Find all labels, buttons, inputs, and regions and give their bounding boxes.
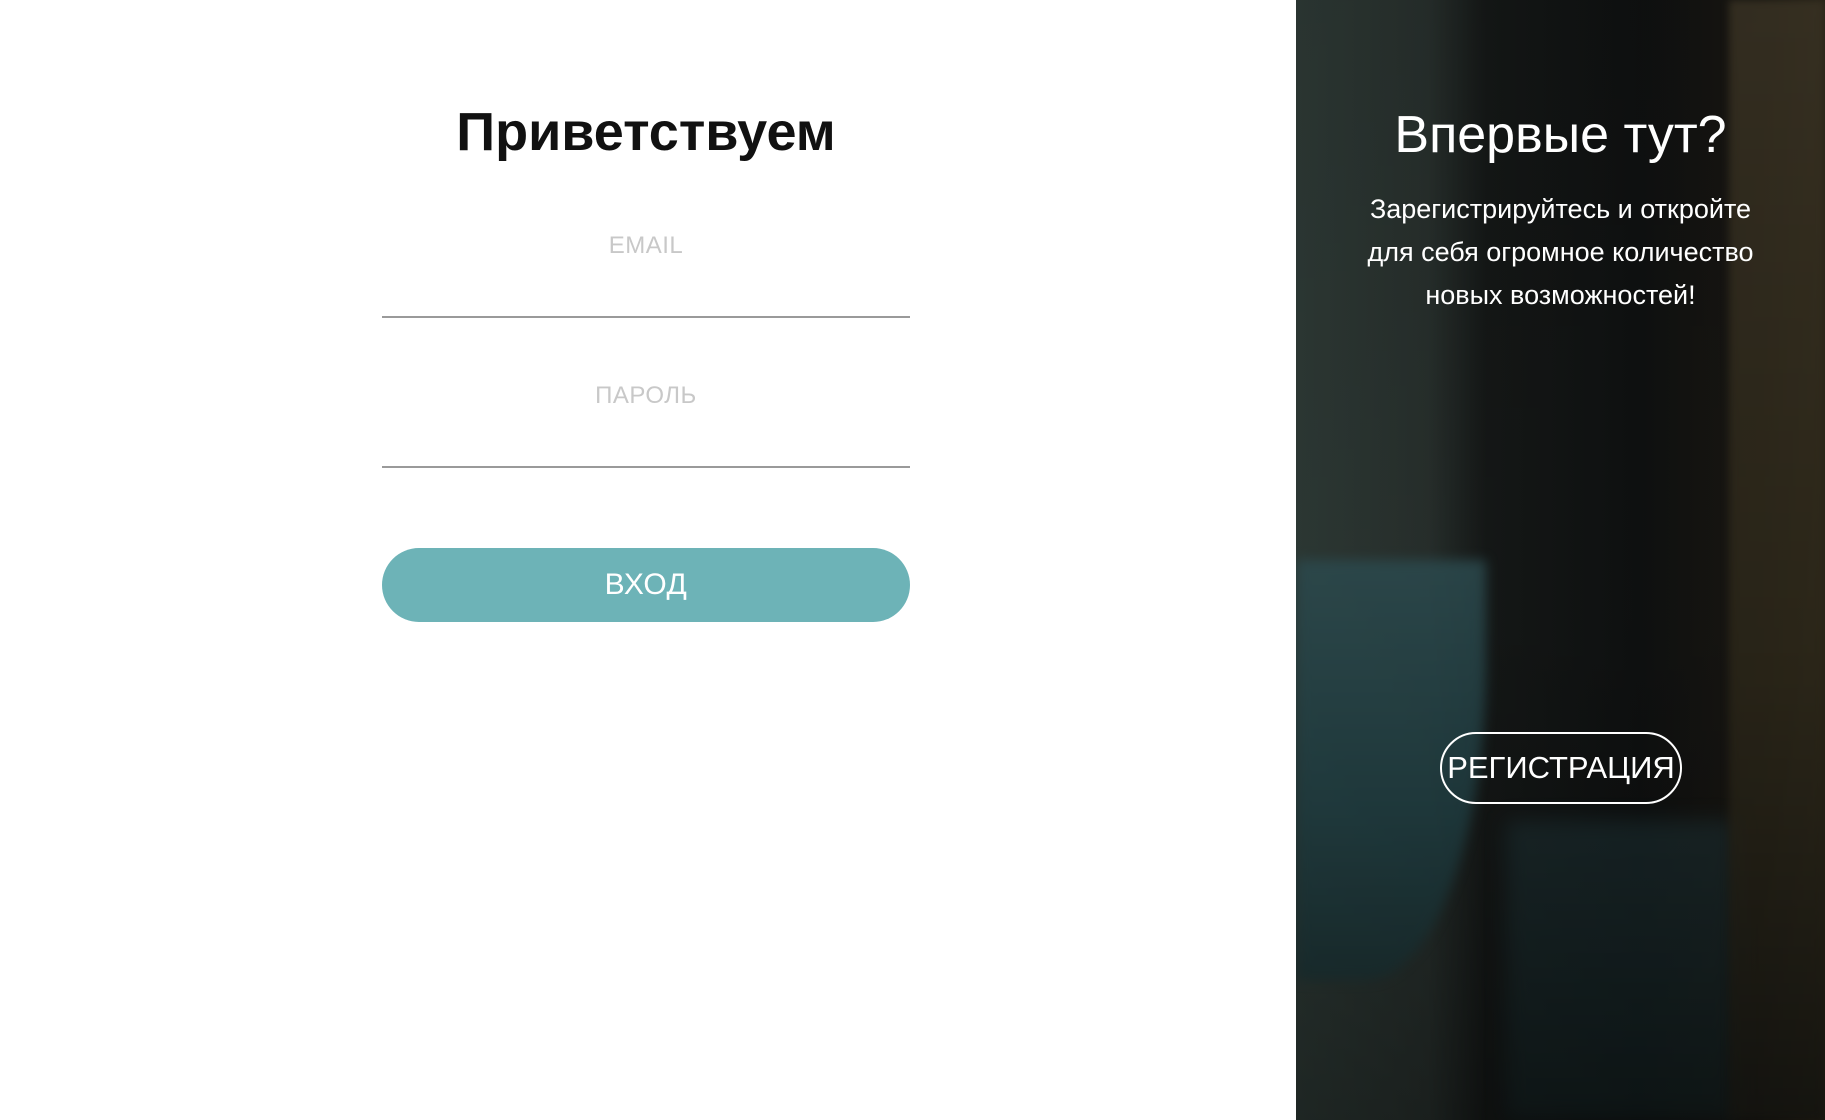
login-button[interactable]: ВХОД xyxy=(382,548,910,622)
login-form: Приветствуем ВХОД xyxy=(382,96,910,622)
email-field[interactable] xyxy=(382,228,910,318)
password-field-group xyxy=(382,378,910,468)
password-field[interactable] xyxy=(382,378,910,468)
login-title: Приветствуем xyxy=(456,102,836,162)
register-title: Впервые тут? xyxy=(1394,106,1727,164)
register-description: Зарегистрируйтесь и откройте для себя ог… xyxy=(1367,194,1754,310)
register-content: Впервые тут? Зарегистрируйтесь и откройт… xyxy=(1296,100,1825,317)
register-panel: Впервые тут? Зарегистрируйтесь и откройт… xyxy=(1296,0,1825,1120)
login-panel: Приветствуем ВХОД xyxy=(0,0,1296,1120)
background-image-shape xyxy=(1506,820,1736,1120)
register-button[interactable]: РЕГИСТРАЦИЯ xyxy=(1440,732,1682,804)
email-field-group xyxy=(382,228,910,318)
auth-page: Приветствуем ВХОД Впервые тут? Зарегистр… xyxy=(0,0,1825,1120)
